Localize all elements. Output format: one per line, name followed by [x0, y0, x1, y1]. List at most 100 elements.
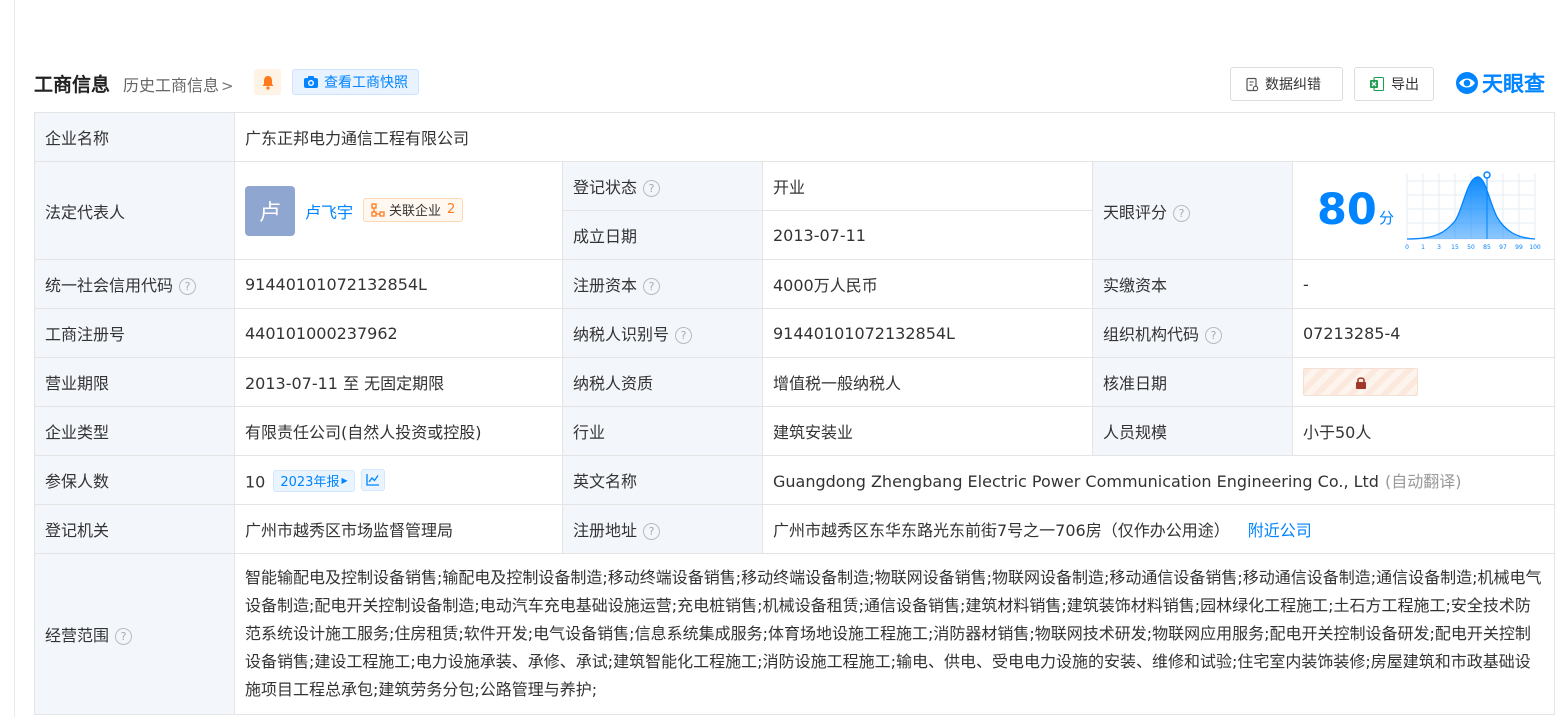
label-org-code-text: 组织机构代码: [1103, 325, 1200, 344]
reg-status-value: 开业: [762, 161, 1093, 211]
label-business-term: 营业期限: [34, 357, 235, 407]
trend-chart-button[interactable]: [360, 468, 385, 491]
data-correction-label: 数据纠错: [1265, 77, 1321, 93]
annual-report-year-tag[interactable]: 2023年报 ▶: [273, 469, 355, 492]
eye-logo-icon: [1456, 72, 1478, 94]
table-row: 登记机关 广州市越秀区市场监督管理局 注册地址? 广州市越秀区东华东路光东前街7…: [34, 504, 1556, 554]
label-taxpayer-id-text: 纳税人识别号: [573, 325, 670, 344]
annual-report-year-label: 2023年报: [280, 475, 340, 490]
tianyancha-logo: 天眼查: [1454, 68, 1545, 98]
locked-content-button[interactable]: [1303, 368, 1418, 396]
taxpayer-qual-value: 增值税一般纳税人: [762, 357, 1093, 407]
reg-capital-value: 4000万人民币: [762, 259, 1093, 309]
label-taxpayer-id: 纳税人识别号?: [562, 308, 763, 358]
company-type-value: 有限责任公司(自然人投资或控股): [234, 406, 563, 456]
section-title: 工商信息: [34, 74, 111, 96]
label-est-date: 成立日期: [562, 210, 763, 260]
table-row: 工商注册号 440101000237962 纳税人识别号? 9144010107…: [34, 308, 1556, 358]
snapshot-button[interactable]: 查看工商快照: [292, 69, 419, 95]
brand-name: 天眼查: [1482, 72, 1545, 96]
legal-rep-name-link[interactable]: 卢飞宇: [305, 199, 353, 223]
company-name-value: 广东正邦电力通信工程有限公司: [233, 112, 1556, 162]
label-credit-code: 统一社会信用代码?: [34, 259, 235, 309]
score-axis-tick-label: 1: [1421, 244, 1425, 251]
org-chart-icon: [371, 202, 385, 217]
export-button[interactable]: 导出: [1354, 67, 1434, 101]
label-approval-date: 核准日期: [1092, 357, 1293, 407]
table-row: 企业类型 有限责任公司(自然人投资或控股) 行业 建筑安装业 人员规模 小于50…: [34, 406, 1556, 456]
avatar[interactable]: 卢: [245, 185, 295, 236]
left-divider: [14, 0, 15, 717]
score-axis-tick-label: 0: [1405, 244, 1409, 251]
legal-rep-cell: 卢 卢飞宇 关联企业 2: [234, 161, 563, 260]
label-reg-authority: 登记机关: [34, 504, 235, 554]
help-icon[interactable]: ?: [115, 628, 133, 645]
table-row: 企业名称 广东正邦电力通信工程有限公司: [34, 112, 1556, 162]
label-paid-capital: 实缴资本: [1092, 259, 1293, 309]
monitor-bell-button[interactable]: [254, 69, 281, 95]
label-tianyan-score-text: 天眼评分: [1103, 202, 1168, 222]
label-company-type: 企业类型: [34, 406, 235, 456]
help-icon[interactable]: ?: [675, 327, 693, 344]
label-business-scope: 经营范围?: [34, 553, 235, 715]
label-english-name: 英文名称: [562, 455, 763, 505]
label-company-name: 企业名称: [34, 112, 235, 162]
score-axis-tick-label: 97: [1499, 244, 1507, 251]
history-link-label: 历史工商信息: [123, 76, 220, 95]
label-reg-capital: 注册资本?: [562, 259, 763, 309]
approval-date-cell: [1291, 357, 1556, 407]
related-companies-count: 2: [447, 202, 456, 217]
score-axis-tick-label: 15: [1451, 244, 1459, 251]
lock-icon: [1355, 376, 1366, 389]
help-icon[interactable]: ?: [1205, 327, 1223, 344]
data-correction-button[interactable]: 数据纠错: [1230, 67, 1343, 101]
export-label: 导出: [1391, 77, 1419, 93]
insured-value: 10: [245, 472, 266, 491]
label-reg-address-text: 注册地址: [573, 521, 638, 540]
related-companies-label: 关联企业: [389, 204, 442, 219]
bell-icon: [262, 75, 273, 90]
score-axis-tick-label: 85: [1483, 244, 1491, 251]
label-org-code: 组织机构代码?: [1092, 308, 1293, 358]
table-row: 参保人数 10 2023年报 ▶ 英文名称 Guangdong Zhengbang …: [34, 455, 1556, 505]
label-insured: 参保人数: [34, 455, 235, 505]
label-reg-status: 登记状态?: [562, 161, 763, 211]
label-industry: 行业: [562, 406, 763, 456]
label-legal-rep: 法定代表人: [34, 161, 235, 260]
credit-code-value: 91440101072132854L: [234, 259, 563, 309]
caret-right-icon: ▶: [341, 476, 348, 485]
chevron-right-icon: >: [221, 77, 234, 95]
label-staff-size: 人员规模: [1092, 406, 1293, 456]
history-link[interactable]: 历史工商信息 >: [123, 72, 234, 96]
staff-size-value: 小于50人: [1291, 406, 1556, 456]
snapshot-button-label: 查看工商快照: [324, 75, 408, 91]
page: 工商信息 历史工商信息 > 查看工商快照 数据纠错 导出 天眼查 企业名称 广东…: [0, 0, 1566, 717]
reg-authority-value: 广州市越秀区市场监督管理局: [234, 504, 563, 554]
taxpayer-id-value: 91440101072132854L: [762, 308, 1093, 358]
score-unit: 分: [1379, 208, 1395, 227]
nearby-companies-link[interactable]: 附近公司: [1248, 521, 1312, 540]
reg-number-value: 440101000237962: [234, 308, 563, 358]
score-value: 80: [1317, 184, 1377, 235]
industry-value: 建筑安装业: [762, 406, 1093, 456]
label-credit-code-text: 统一社会信用代码: [45, 276, 174, 295]
insured-cell: 10 2023年报 ▶: [234, 455, 563, 505]
label-tianyan-score: 天眼评分?: [1092, 161, 1293, 260]
label-reg-capital-text: 注册资本: [573, 276, 638, 295]
related-companies-tag[interactable]: 关联企业 2: [363, 197, 464, 222]
score-axis-tick-label: 50: [1467, 244, 1475, 251]
help-icon[interactable]: ?: [179, 278, 197, 295]
help-icon[interactable]: ?: [1173, 204, 1191, 222]
section-header: 工商信息 历史工商信息 > 查看工商快照 数据纠错 导出 天眼查: [34, 67, 1556, 101]
table-row: 经营范围? 智能输配电及控制设备销售;输配电及控制设备制造;移动终端设备销售;移…: [34, 553, 1556, 715]
help-icon[interactable]: ?: [643, 180, 661, 197]
excel-icon: [1370, 76, 1385, 92]
business-scope-value: 智能输配电及控制设备销售;输配电及控制设备制造;移动终端设备销售;移动终端设备制…: [233, 553, 1556, 715]
label-business-scope-text: 经营范围: [45, 626, 110, 645]
reg-address-value: 广州市越秀区东华东路光东前街7号之一706房（仅作办公用途）: [773, 521, 1230, 540]
help-icon[interactable]: ?: [643, 523, 661, 540]
help-icon[interactable]: ?: [643, 278, 661, 295]
camera-icon: [304, 76, 318, 88]
business-info-table: 企业名称 广东正邦电力通信工程有限公司 法定代表人 卢 卢飞宇 关联企业 2 登…: [34, 112, 1556, 715]
tianyan-score-cell[interactable]: 80 分 0 1 3 15 50 85 97 99 100: [1291, 161, 1556, 260]
